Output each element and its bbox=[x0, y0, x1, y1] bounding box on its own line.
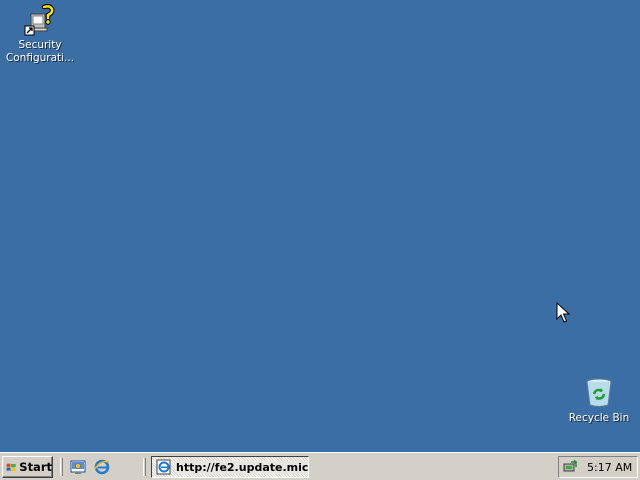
desktop-icon-recycle-bin[interactable]: Recycle Bin bbox=[561, 377, 637, 425]
internet-explorer-page-icon bbox=[156, 459, 171, 475]
desktop-icon-label: Security bbox=[18, 39, 62, 51]
recycle-bin-icon bbox=[583, 377, 615, 409]
safely-remove-hardware-icon[interactable] bbox=[562, 459, 578, 475]
desktop-icon-label-line2: Configurati... bbox=[5, 52, 75, 64]
desktop-icon-label: Recycle Bin bbox=[568, 412, 630, 424]
desktop[interactable]: Security Configurati... Recycle Bin bbox=[0, 0, 640, 452]
desktop-icon-security-configuration[interactable]: Security Configurati... bbox=[2, 4, 78, 65]
system-tray: 5:17 AM bbox=[558, 456, 638, 478]
show-desktop-icon[interactable] bbox=[70, 459, 86, 475]
security-config-shortcut-icon bbox=[24, 4, 56, 36]
taskbar: Start http://fe2.update.mic... 5:17 AM bbox=[0, 452, 640, 480]
windows-flag-icon bbox=[6, 463, 16, 472]
internet-explorer-icon[interactable] bbox=[94, 459, 110, 475]
clock[interactable]: 5:17 AM bbox=[587, 461, 632, 474]
task-band-grip[interactable] bbox=[143, 458, 146, 476]
quick-launch-grip[interactable] bbox=[60, 458, 63, 476]
task-button-internet-explorer[interactable]: http://fe2.update.mic... bbox=[151, 456, 309, 478]
task-button-label: http://fe2.update.mic... bbox=[176, 460, 308, 474]
mouse-pointer-icon bbox=[556, 301, 571, 324]
start-button[interactable]: Start bbox=[2, 456, 53, 478]
start-label: Start bbox=[19, 460, 52, 474]
